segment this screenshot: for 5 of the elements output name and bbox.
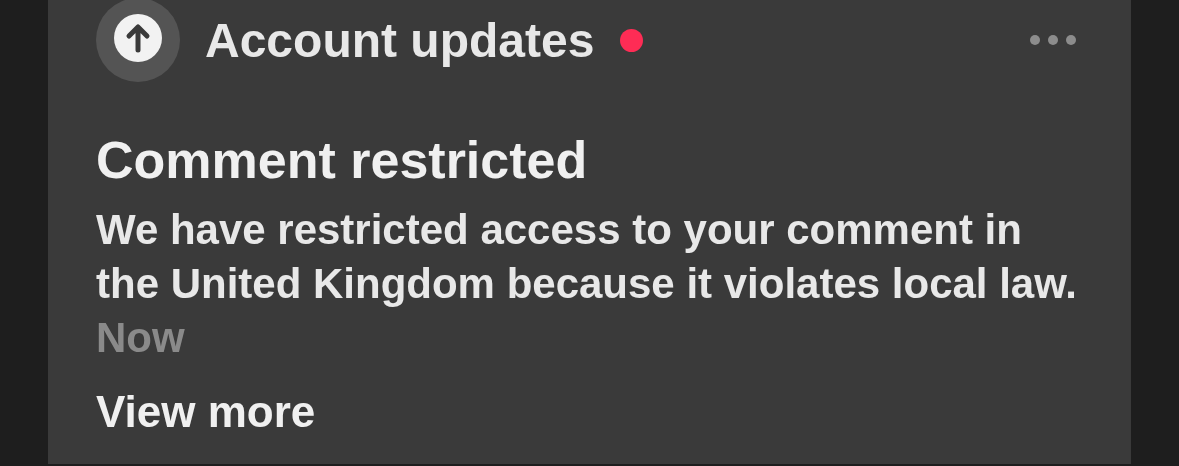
category-title: Account updates	[205, 12, 595, 68]
notification-message: We have restricted access to your comment in the United Kingdom because it violates local law. Now	[96, 205, 1078, 363]
more-options-icon[interactable]	[1029, 34, 1077, 46]
view-more-link[interactable]: View more	[96, 387, 316, 437]
notification-title: Comment restricted	[96, 130, 589, 190]
